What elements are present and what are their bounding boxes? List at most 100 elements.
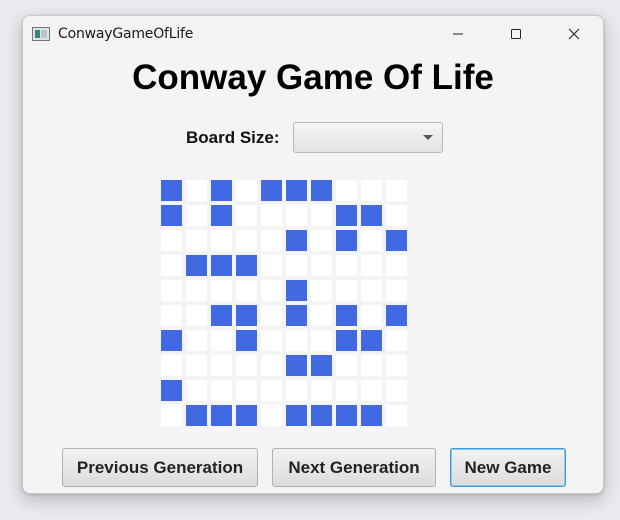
board-cell-dead[interactable] <box>261 380 282 401</box>
board-cell-dead[interactable] <box>236 355 257 376</box>
board-cell-alive[interactable] <box>236 330 257 351</box>
board-cell-alive[interactable] <box>311 405 332 426</box>
board-cell-dead[interactable] <box>161 355 182 376</box>
board-cell-dead[interactable] <box>386 280 407 301</box>
board-cell-alive[interactable] <box>336 405 357 426</box>
board-cell-dead[interactable] <box>336 180 357 201</box>
board-cell-alive[interactable] <box>161 380 182 401</box>
next-generation-button[interactable]: Next Generation <box>272 448 436 487</box>
board-cell-dead[interactable] <box>161 280 182 301</box>
board-cell-dead[interactable] <box>186 180 207 201</box>
board-cell-dead[interactable] <box>336 355 357 376</box>
board-cell-dead[interactable] <box>236 230 257 251</box>
board-cell-dead[interactable] <box>161 255 182 276</box>
board-cell-alive[interactable] <box>211 305 232 326</box>
board-cell-alive[interactable] <box>211 405 232 426</box>
board-cell-alive[interactable] <box>361 205 382 226</box>
board-cell-alive[interactable] <box>161 205 182 226</box>
board-cell-dead[interactable] <box>386 255 407 276</box>
board-cell-alive[interactable] <box>286 230 307 251</box>
board-cell-dead[interactable] <box>186 280 207 301</box>
board-cell-dead[interactable] <box>236 380 257 401</box>
board-cell-alive[interactable] <box>386 305 407 326</box>
board-cell-dead[interactable] <box>261 330 282 351</box>
board-cell-dead[interactable] <box>236 205 257 226</box>
board-cell-alive[interactable] <box>286 180 307 201</box>
board-cell-alive[interactable] <box>336 330 357 351</box>
board-cell-alive[interactable] <box>286 405 307 426</box>
board-cell-dead[interactable] <box>211 355 232 376</box>
board-cell-alive[interactable] <box>336 205 357 226</box>
board-cell-alive[interactable] <box>236 405 257 426</box>
board-cell-dead[interactable] <box>211 230 232 251</box>
board-cell-dead[interactable] <box>311 280 332 301</box>
board-cell-dead[interactable] <box>261 305 282 326</box>
board-cell-dead[interactable] <box>386 355 407 376</box>
board-cell-alive[interactable] <box>186 255 207 276</box>
board-cell-dead[interactable] <box>361 230 382 251</box>
title-bar[interactable]: ConwayGameOfLife <box>23 16 603 52</box>
maximize-button[interactable] <box>493 16 539 52</box>
board-cell-dead[interactable] <box>311 230 332 251</box>
board-cell-dead[interactable] <box>361 355 382 376</box>
board-cell-dead[interactable] <box>161 230 182 251</box>
board-cell-dead[interactable] <box>286 205 307 226</box>
board-cell-alive[interactable] <box>286 280 307 301</box>
board-cell-alive[interactable] <box>211 205 232 226</box>
board-cell-dead[interactable] <box>186 305 207 326</box>
board-cell-dead[interactable] <box>161 305 182 326</box>
board-cell-dead[interactable] <box>186 330 207 351</box>
board-cell-dead[interactable] <box>261 405 282 426</box>
minimize-button[interactable] <box>435 16 481 52</box>
board-cell-alive[interactable] <box>236 255 257 276</box>
board-cell-dead[interactable] <box>386 205 407 226</box>
board-cell-alive[interactable] <box>336 305 357 326</box>
board-cell-dead[interactable] <box>386 180 407 201</box>
board-cell-dead[interactable] <box>261 255 282 276</box>
board-cell-alive[interactable] <box>361 405 382 426</box>
board-cell-alive[interactable] <box>211 180 232 201</box>
board-cell-alive[interactable] <box>186 405 207 426</box>
board-cell-dead[interactable] <box>261 355 282 376</box>
board-cell-dead[interactable] <box>311 330 332 351</box>
board-cell-alive[interactable] <box>161 180 182 201</box>
board-cell-dead[interactable] <box>361 305 382 326</box>
board-cell-dead[interactable] <box>211 280 232 301</box>
board-cell-alive[interactable] <box>311 180 332 201</box>
board-cell-dead[interactable] <box>236 180 257 201</box>
board-cell-dead[interactable] <box>336 280 357 301</box>
board-cell-dead[interactable] <box>161 405 182 426</box>
board-cell-dead[interactable] <box>361 280 382 301</box>
board-cell-alive[interactable] <box>211 255 232 276</box>
board-cell-dead[interactable] <box>186 355 207 376</box>
board-cell-dead[interactable] <box>361 180 382 201</box>
previous-generation-button[interactable]: Previous Generation <box>62 448 258 487</box>
board-cell-alive[interactable] <box>386 230 407 251</box>
board-cell-dead[interactable] <box>361 380 382 401</box>
board-cell-dead[interactable] <box>186 205 207 226</box>
board-cell-dead[interactable] <box>211 330 232 351</box>
board-cell-dead[interactable] <box>211 380 232 401</box>
new-game-button[interactable]: New Game <box>450 448 566 487</box>
board-cell-alive[interactable] <box>336 230 357 251</box>
board-cell-dead[interactable] <box>261 205 282 226</box>
board-cell-alive[interactable] <box>286 305 307 326</box>
board-cell-alive[interactable] <box>236 305 257 326</box>
board-cell-dead[interactable] <box>261 280 282 301</box>
board-cell-dead[interactable] <box>386 380 407 401</box>
board-cell-dead[interactable] <box>311 380 332 401</box>
board-cell-dead[interactable] <box>311 305 332 326</box>
board-cell-dead[interactable] <box>311 255 332 276</box>
board-cell-dead[interactable] <box>236 280 257 301</box>
board-cell-alive[interactable] <box>261 180 282 201</box>
board-cell-alive[interactable] <box>361 330 382 351</box>
board-cell-dead[interactable] <box>361 255 382 276</box>
board-cell-dead[interactable] <box>336 380 357 401</box>
board-cell-dead[interactable] <box>336 255 357 276</box>
board-cell-dead[interactable] <box>286 255 307 276</box>
board-cell-alive[interactable] <box>161 330 182 351</box>
close-button[interactable] <box>551 16 597 52</box>
board-cell-alive[interactable] <box>286 355 307 376</box>
board-cell-dead[interactable] <box>311 205 332 226</box>
board-cell-dead[interactable] <box>186 380 207 401</box>
